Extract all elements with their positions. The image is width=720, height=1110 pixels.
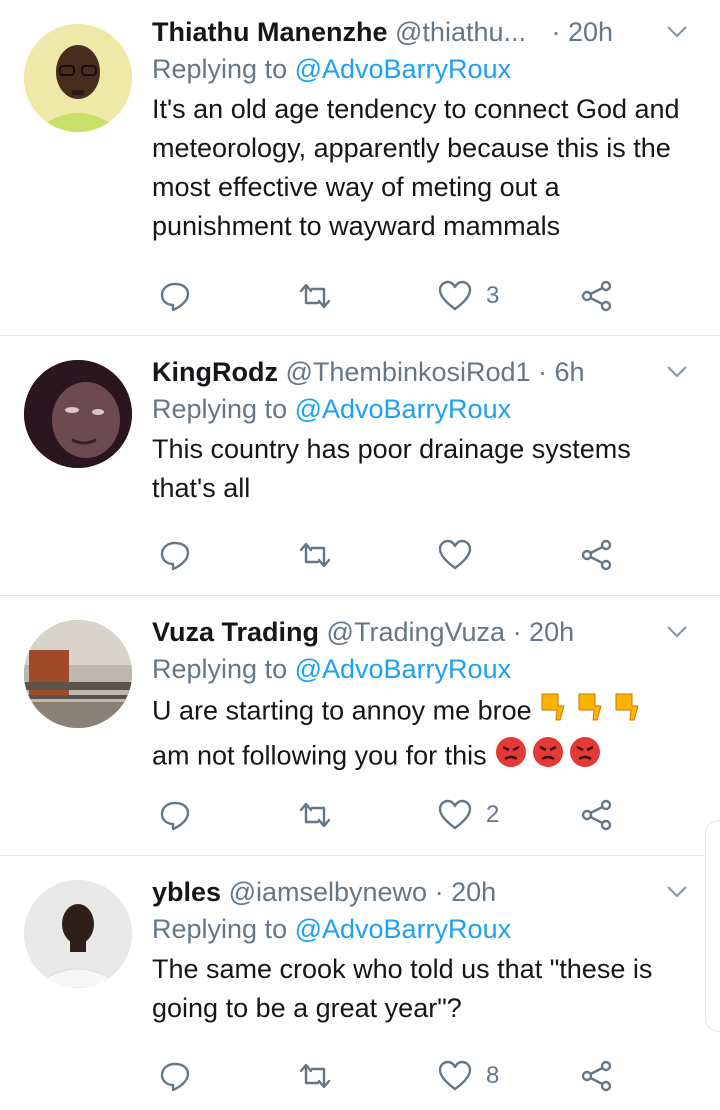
retweet-button[interactable] [298, 535, 332, 575]
like-count: 3 [486, 282, 500, 309]
tweet-1[interactable]: Thiathu Manenzhe @thiathu... · 20h Reply… [0, 0, 720, 336]
user-handle[interactable]: @iamselbynewo [229, 877, 428, 907]
display-name[interactable]: Thiathu Manenzhe [152, 17, 388, 47]
share-icon [581, 539, 612, 571]
tweet-4[interactable]: ybles @iamselbynewo · 20h Replying to @A… [0, 856, 720, 1110]
replying-prefix: Replying to [152, 54, 295, 84]
angry-face-icon [494, 735, 606, 780]
display-name[interactable]: ybles [152, 877, 221, 907]
avatar[interactable] [24, 880, 132, 988]
like-count: 2 [486, 801, 500, 828]
heart-icon [438, 280, 472, 311]
user-handle[interactable]: @thiathu... [395, 17, 526, 47]
replying-prefix: Replying to [152, 654, 295, 684]
like-button[interactable]: 8 [438, 1056, 499, 1096]
share-button[interactable] [580, 276, 614, 316]
mention-link[interactable]: @AdvoBarryRoux [295, 654, 512, 684]
like-button[interactable]: 2 [438, 795, 499, 835]
retweet-icon [299, 1063, 331, 1089]
share-button[interactable] [580, 535, 614, 575]
avatar[interactable] [24, 620, 132, 728]
chevron-down-icon[interactable] [662, 356, 692, 386]
tweet-text: It's an old age tendency to connect God … [152, 94, 680, 241]
avatar[interactable] [24, 360, 132, 468]
timestamp: · 20h [551, 17, 614, 47]
chevron-down-icon[interactable] [662, 16, 692, 46]
retweet-icon [299, 802, 331, 828]
chevron-down-icon[interactable] [662, 876, 692, 906]
heart-icon [438, 539, 472, 570]
like-button[interactable]: 3 [438, 276, 499, 316]
chevron-down-icon[interactable] [662, 616, 692, 646]
reply-icon [160, 282, 190, 312]
reply-icon [160, 541, 190, 571]
mention-link[interactable]: @AdvoBarryRoux [295, 54, 512, 84]
reply-button[interactable] [158, 535, 192, 575]
retweet-button[interactable] [298, 276, 332, 316]
share-icon [581, 799, 612, 831]
replying-to: Replying to @AdvoBarryRoux [152, 910, 700, 948]
scroll-handle[interactable] [705, 820, 720, 1032]
timestamp: · 20h [434, 877, 497, 907]
tweet-text-line1: U are starting to annoy me broe [152, 695, 532, 726]
tweet-2[interactable]: KingRodz @ThembinkosiRod1 · 6h Replying … [0, 336, 720, 596]
tweet-text: This country has poor drainage systems t… [152, 434, 631, 503]
tweet-3[interactable]: Vuza Trading @TradingVuza · 20h Replying… [0, 596, 720, 856]
mention-link[interactable]: @AdvoBarryRoux [295, 914, 512, 944]
like-button[interactable] [438, 535, 486, 575]
replying-to: Replying to @AdvoBarryRoux [152, 390, 700, 428]
share-icon [581, 280, 612, 312]
share-button[interactable] [580, 1056, 614, 1096]
tweet-text-line2: am not following you for this [152, 740, 487, 771]
avatar[interactable] [24, 24, 132, 132]
retweet-button[interactable] [298, 1056, 332, 1096]
reply-icon [160, 801, 190, 831]
replying-to: Replying to @AdvoBarryRoux [152, 50, 700, 88]
share-icon [581, 1060, 612, 1092]
replying-prefix: Replying to [152, 914, 295, 944]
replying-prefix: Replying to [152, 394, 295, 424]
timestamp: · 20h [512, 617, 575, 647]
reply-button[interactable] [158, 1056, 192, 1096]
tweet-text: The same crook who told us that "these i… [152, 954, 653, 1023]
heart-icon [438, 1060, 472, 1091]
user-handle[interactable]: @TradingVuza [327, 617, 506, 647]
retweet-button[interactable] [298, 795, 332, 835]
tweet-text: U are starting to annoy me broe am not f… [152, 690, 700, 780]
thumbs-down-icon [539, 690, 649, 735]
retweet-icon [299, 542, 331, 568]
retweet-icon [299, 283, 331, 309]
display-name[interactable]: KingRodz [152, 357, 278, 387]
reply-button[interactable] [158, 795, 192, 835]
replying-to: Replying to @AdvoBarryRoux [152, 650, 700, 688]
heart-icon [438, 799, 472, 830]
like-count: 8 [486, 1062, 500, 1089]
share-button[interactable] [580, 795, 614, 835]
display-name[interactable]: Vuza Trading [152, 617, 319, 647]
user-handle[interactable]: @ThembinkosiRod1 [286, 357, 531, 387]
reply-button[interactable] [158, 276, 192, 316]
mention-link[interactable]: @AdvoBarryRoux [295, 394, 512, 424]
timestamp: · 6h [538, 357, 585, 387]
reply-icon [160, 1062, 190, 1092]
